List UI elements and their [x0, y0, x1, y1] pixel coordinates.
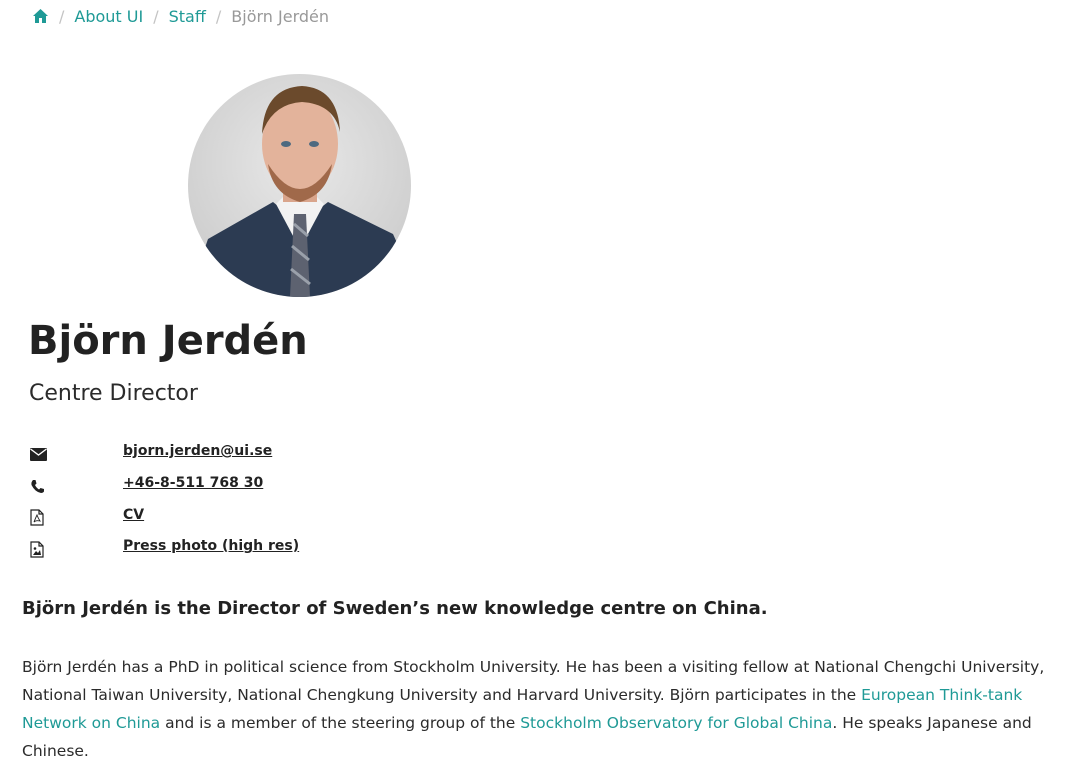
home-icon[interactable]	[32, 8, 49, 24]
pdf-file-icon	[30, 508, 48, 526]
breadcrumb: / About UI / Staff / Björn Jerdén	[32, 6, 329, 26]
stockholm-observatory-link[interactable]: Stockholm Observatory for Global China	[520, 714, 832, 732]
breadcrumb-separator: /	[215, 6, 222, 26]
image-file-icon	[30, 540, 48, 558]
press-photo-link[interactable]: Press photo (high res)	[123, 536, 299, 556]
breadcrumb-separator: /	[153, 6, 159, 26]
breadcrumb-separator: /	[59, 6, 65, 26]
bio-lead: Björn Jerdén is the Director of Sweden’s…	[22, 598, 768, 619]
email-link[interactable]: bjorn.jerden@ui.se	[123, 441, 272, 461]
phone-link[interactable]: +46-8-511 768 30	[123, 473, 263, 493]
person-name: Björn Jerdén	[28, 318, 308, 364]
contact-press-photo-row	[30, 538, 48, 560]
contact-phone-row	[30, 475, 48, 497]
avatar	[188, 74, 411, 297]
breadcrumb-current: Björn Jerdén	[231, 6, 329, 26]
breadcrumb-staff[interactable]: Staff	[169, 7, 206, 26]
bio-text-part2: and is a member of the steering group of…	[160, 714, 521, 732]
breadcrumb-about-ui[interactable]: About UI	[74, 7, 143, 26]
phone-icon	[30, 477, 48, 495]
bio-paragraph: Björn Jerdén has a PhD in political scie…	[22, 653, 1067, 765]
cv-link[interactable]: CV	[123, 505, 144, 525]
contact-cv-row	[30, 506, 48, 528]
contact-email-row	[30, 443, 48, 465]
job-title: Centre Director	[29, 381, 198, 406]
envelope-icon	[30, 445, 48, 463]
portrait-photo	[188, 74, 411, 297]
